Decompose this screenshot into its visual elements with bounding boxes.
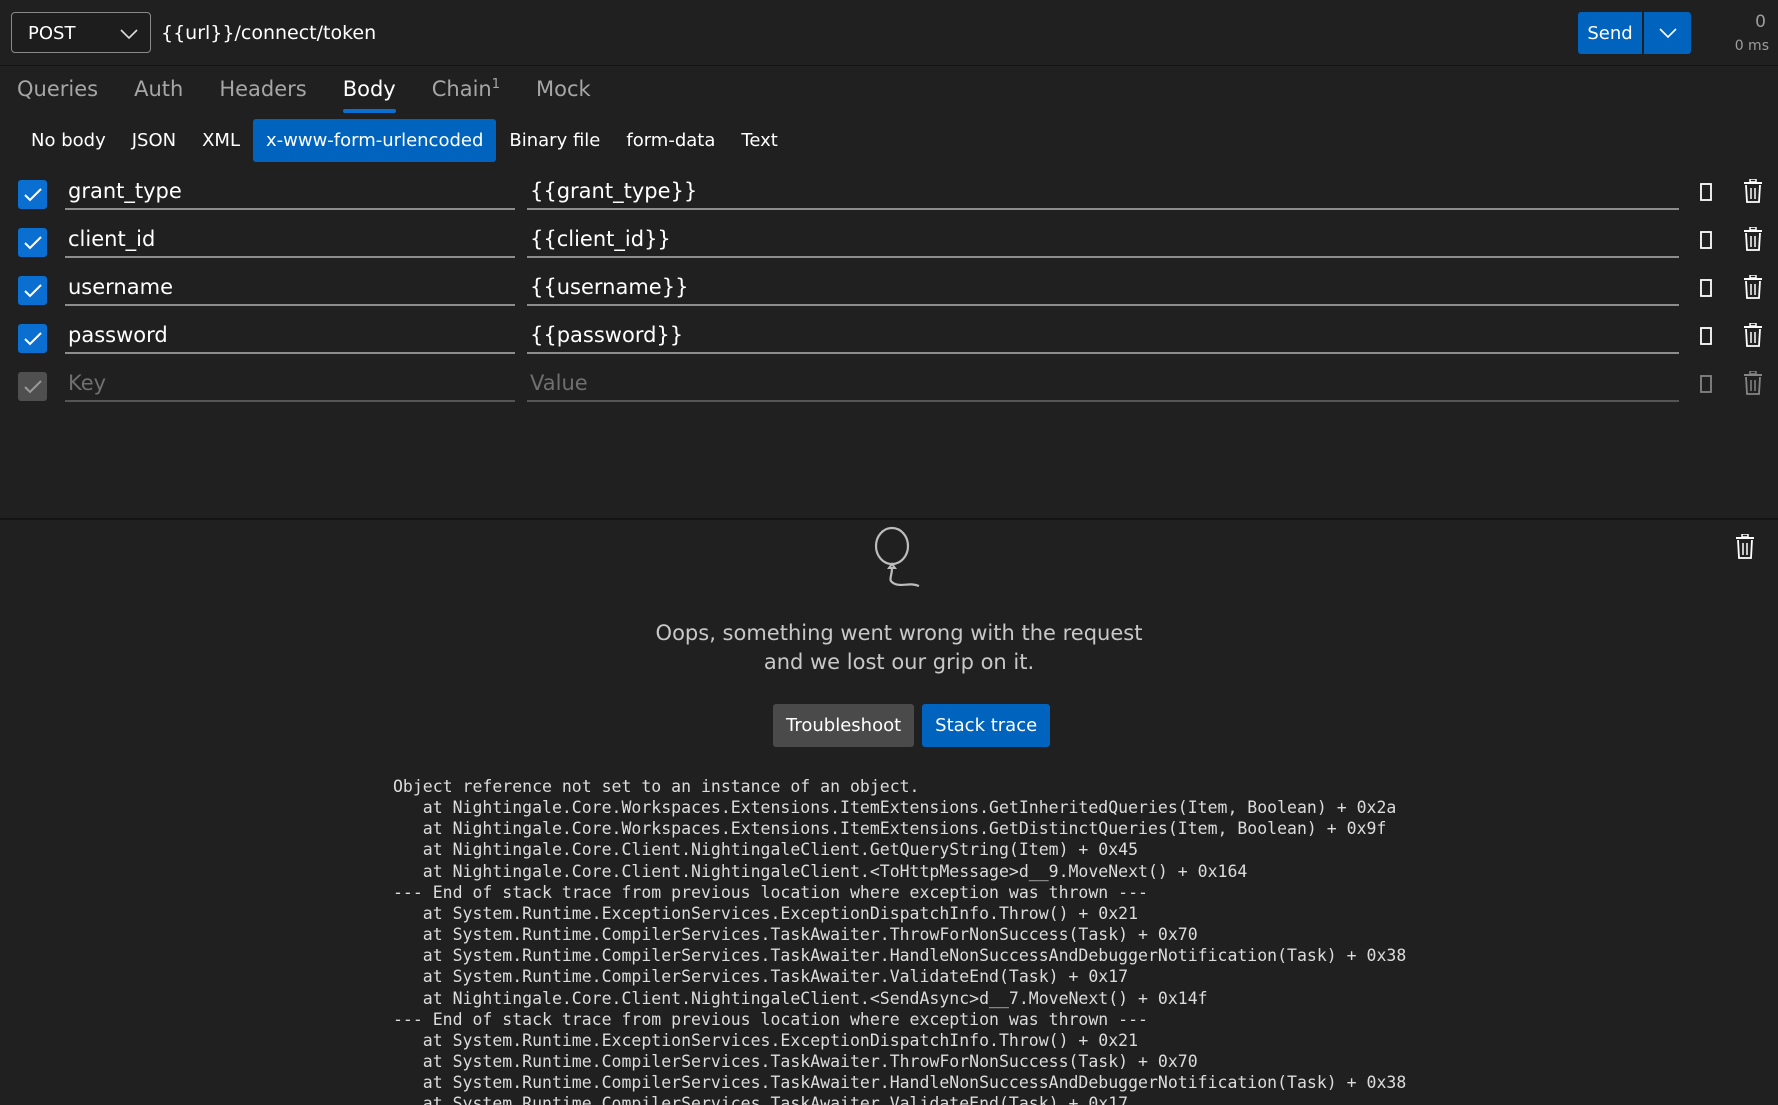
value-input[interactable]: {{username}}	[527, 266, 1679, 306]
tab-label: Queries	[17, 77, 99, 101]
balloon-icon	[873, 526, 923, 594]
form-row: grant_type {{grant_type}}	[0, 170, 1778, 218]
request-bar: POST {{url}}/connect/token Send 0 0 ms	[0, 0, 1778, 66]
error-message: Oops, something went wrong with the requ…	[589, 619, 1209, 677]
checkmark-icon	[23, 331, 42, 345]
error-line-1: Oops, something went wrong with the requ…	[655, 621, 1143, 645]
row-enabled-checkbox[interactable]	[18, 324, 47, 353]
row-enabled-checkbox[interactable]	[18, 276, 47, 305]
body-type-selector: No body JSON XML x-www-form-urlencoded B…	[18, 119, 791, 162]
tab-label: Mock	[536, 77, 591, 101]
checkmark-icon	[23, 283, 42, 297]
tab-body[interactable]: Body	[342, 77, 396, 113]
key-input[interactable]: client_id	[65, 218, 515, 258]
trash-icon[interactable]	[1743, 178, 1763, 207]
chevron-down-icon	[120, 25, 138, 44]
trash-icon[interactable]	[1743, 274, 1763, 303]
tab-label: Auth	[134, 77, 184, 101]
value-input[interactable]: {{password}}	[527, 314, 1679, 354]
checkmark-icon	[23, 379, 42, 393]
copy-icon[interactable]	[1700, 183, 1712, 205]
stack-trace-text: Object reference not set to an instance …	[393, 777, 1407, 1105]
chevron-down-icon	[1658, 28, 1677, 39]
key-input[interactable]: password	[65, 314, 515, 354]
copy-icon[interactable]	[1700, 231, 1712, 253]
form-row: username {{username}}	[0, 266, 1778, 314]
send-button-group: Send	[1578, 12, 1691, 54]
status-count: 0	[1755, 12, 1766, 32]
stack-trace-button[interactable]: Stack trace	[922, 704, 1051, 747]
error-line-2: and we lost our grip on it.	[763, 650, 1035, 674]
send-options-button[interactable]	[1644, 12, 1691, 54]
body-type-none[interactable]: No body	[18, 119, 119, 162]
tab-label: Chain	[431, 77, 492, 101]
row-enabled-checkbox[interactable]	[18, 228, 47, 257]
checkmark-icon	[23, 187, 42, 201]
key-input[interactable]: Key	[65, 362, 515, 402]
body-type-json[interactable]: JSON	[119, 119, 189, 162]
copy-icon[interactable]	[1700, 375, 1712, 397]
method-dropdown[interactable]: POST	[11, 12, 151, 53]
form-row: client_id {{client_id}}	[0, 218, 1778, 266]
method-label: POST	[28, 23, 76, 44]
trash-icon[interactable]	[1743, 322, 1763, 351]
body-type-form-data[interactable]: form-data	[613, 119, 728, 162]
error-actions: Troubleshoot Stack trace	[773, 704, 1051, 747]
body-type-xml[interactable]: XML	[189, 119, 253, 162]
form-row: password {{password}}	[0, 314, 1778, 362]
request-tabs: Queries Auth Headers Body Chain1 Mock	[17, 77, 591, 113]
value-input[interactable]: {{grant_type}}	[527, 170, 1679, 210]
url-input[interactable]: {{url}}/connect/token	[161, 22, 376, 44]
new-form-row: Key Value	[0, 362, 1778, 410]
row-enabled-checkbox[interactable]	[18, 372, 47, 401]
tab-label: Headers	[219, 77, 307, 101]
checkmark-icon	[23, 235, 42, 249]
tab-headers[interactable]: Headers	[219, 77, 306, 113]
status-time: 0 ms	[1734, 38, 1769, 54]
value-input[interactable]: Value	[527, 362, 1679, 402]
app-window: POST {{url}}/connect/token Send 0 0 ms Q…	[0, 0, 1778, 1105]
value-input[interactable]: {{client_id}}	[527, 218, 1679, 258]
key-input[interactable]: grant_type	[65, 170, 515, 210]
tab-chain[interactable]: Chain1	[432, 77, 500, 113]
trash-icon[interactable]	[1743, 226, 1763, 255]
tab-auth[interactable]: Auth	[134, 77, 183, 113]
tab-badge: 1	[491, 77, 501, 92]
trash-icon[interactable]	[1735, 533, 1755, 563]
tab-label: Body	[342, 77, 396, 101]
panel-divider[interactable]	[0, 518, 1778, 520]
row-enabled-checkbox[interactable]	[18, 180, 47, 209]
tab-mock[interactable]: Mock	[536, 77, 591, 113]
trash-icon[interactable]	[1743, 370, 1763, 399]
copy-icon[interactable]	[1700, 279, 1712, 301]
tab-queries[interactable]: Queries	[17, 77, 98, 113]
key-input[interactable]: username	[65, 266, 515, 306]
copy-icon[interactable]	[1700, 327, 1712, 349]
troubleshoot-button[interactable]: Troubleshoot	[773, 704, 915, 747]
send-button[interactable]: Send	[1578, 12, 1642, 54]
body-type-form-urlencoded[interactable]: x-www-form-urlencoded	[252, 119, 497, 162]
body-type-text[interactable]: Text	[728, 119, 790, 162]
body-type-binary[interactable]: Binary file	[496, 119, 613, 162]
